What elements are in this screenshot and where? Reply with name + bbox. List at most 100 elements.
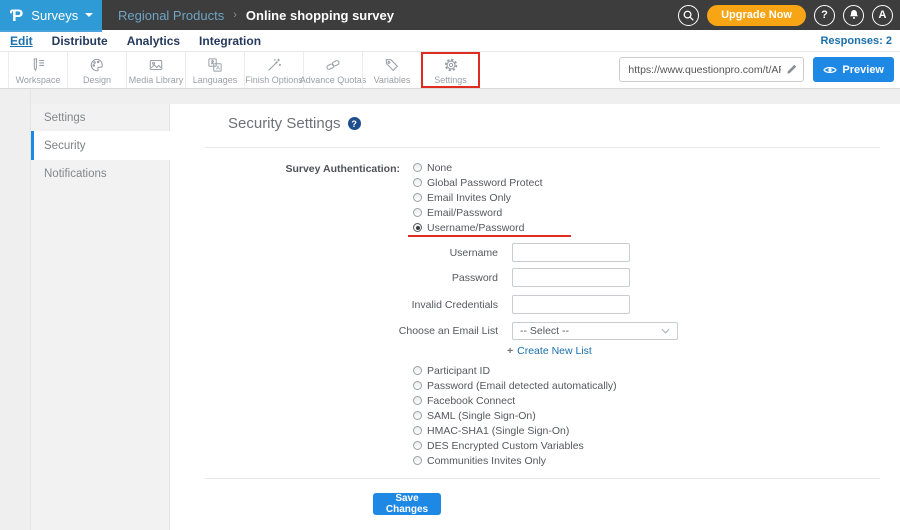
- svg-text:A: A: [216, 65, 220, 71]
- radio-option-facebook-connect[interactable]: Facebook Connect: [413, 393, 617, 408]
- radio-label: Email/Password: [427, 206, 503, 219]
- username-row: Username: [170, 243, 630, 262]
- radio-option-email-password[interactable]: Email/Password: [413, 205, 543, 220]
- auth-options-top: None Global Password Protect Email Invit…: [413, 160, 543, 235]
- toolbar-item-label: Workspace: [15, 74, 61, 85]
- topbar: Ƥ Surveys Regional Products › Online sho…: [0, 0, 900, 30]
- toolbar-item-label: Finish Options: [245, 74, 303, 85]
- notifications-button[interactable]: [843, 4, 864, 26]
- breadcrumb-folder[interactable]: Regional Products: [118, 8, 224, 23]
- sidebar-item-settings[interactable]: Settings: [31, 104, 169, 131]
- radio-icon[interactable]: [413, 441, 422, 450]
- edit-toolbar: Workspace Design Media Library A Languag…: [0, 52, 900, 89]
- radio-label: Global Password Protect: [427, 176, 543, 189]
- tab-distribute[interactable]: Distribute: [52, 34, 108, 48]
- surveys-menu-label: Surveys: [31, 7, 79, 23]
- email-list-selected-value: -- Select --: [520, 325, 570, 337]
- chevron-down-icon: [661, 328, 670, 334]
- responses-count[interactable]: Responses: 2: [820, 35, 900, 47]
- radio-option-global-password[interactable]: Global Password Protect: [413, 175, 543, 190]
- radio-icon[interactable]: [413, 193, 422, 202]
- toolbar-right: Preview: [619, 57, 894, 82]
- username-label: Username: [449, 246, 498, 259]
- auth-options-bottom: Participant ID Password (Email detected …: [413, 363, 617, 468]
- radio-icon[interactable]: [413, 163, 422, 172]
- radio-icon[interactable]: [413, 456, 422, 465]
- radio-icon[interactable]: [413, 396, 422, 405]
- divider: [205, 478, 880, 479]
- save-changes-button[interactable]: Save Changes: [373, 493, 441, 515]
- radio-label: Communities Invites Only: [427, 454, 547, 467]
- tab-edit[interactable]: Edit: [10, 34, 33, 48]
- divider: [205, 147, 880, 148]
- survey-authentication-label: Survey Authentication:: [285, 163, 400, 175]
- invalid-credentials-field[interactable]: [512, 295, 630, 314]
- settings-sidebar: Settings Security Notifications: [31, 104, 171, 530]
- radio-label: Password (Email detected automatically): [427, 379, 617, 392]
- radio-option-participant-id[interactable]: Participant ID: [413, 363, 617, 378]
- search-button[interactable]: [678, 4, 700, 26]
- surveys-menu-button[interactable]: Ƥ Surveys: [0, 0, 102, 30]
- sidebar-item-security[interactable]: Security: [31, 131, 171, 160]
- preview-button[interactable]: Preview: [813, 57, 894, 82]
- toolbar-item-finish-options[interactable]: Finish Options: [244, 52, 303, 88]
- password-label: Password: [451, 271, 498, 284]
- radio-option-username-password[interactable]: Username/Password: [413, 220, 543, 235]
- bell-icon: [849, 10, 858, 19]
- toolbar-item-workspace[interactable]: Workspace: [8, 52, 67, 88]
- email-list-row: Choose an Email List -- Select --: [170, 322, 678, 340]
- page-title: Security Settings ?: [228, 115, 361, 132]
- create-new-list-link[interactable]: + Create New List: [507, 345, 592, 357]
- translate-icon: A: [208, 57, 222, 72]
- radio-option-password-email-auto[interactable]: Password (Email detected automatically): [413, 378, 617, 393]
- survey-url-input[interactable]: [619, 57, 805, 82]
- radio-label: HMAC-SHA1 (Single Sign-On): [427, 424, 570, 437]
- toolbar-item-label: Settings: [434, 74, 467, 85]
- radio-label: Participant ID: [427, 364, 491, 377]
- radio-option-none[interactable]: None: [413, 160, 543, 175]
- toolbar-item-label: Advance Quotas: [299, 74, 367, 85]
- toolbar-item-label: Variables: [373, 74, 411, 85]
- radio-icon[interactable]: [413, 426, 422, 435]
- radio-icon[interactable]: [413, 366, 422, 375]
- avatar[interactable]: A: [872, 4, 893, 26]
- radio-icon[interactable]: [413, 411, 422, 420]
- radio-icon[interactable]: [413, 381, 422, 390]
- tab-analytics[interactable]: Analytics: [127, 34, 180, 48]
- radio-label: None: [427, 161, 453, 174]
- password-field[interactable]: [512, 268, 630, 287]
- email-list-select[interactable]: -- Select --: [512, 322, 678, 340]
- toolbar-item-advance-quotas[interactable]: Advance Quotas: [300, 52, 366, 88]
- title-help-icon[interactable]: ?: [347, 117, 361, 130]
- tab-integration[interactable]: Integration: [199, 34, 261, 48]
- edit-url-pencil-icon[interactable]: [785, 63, 798, 76]
- radio-icon[interactable]: [413, 208, 422, 217]
- radio-option-hmac-sha1[interactable]: HMAC-SHA1 (Single Sign-On): [413, 423, 617, 438]
- toolbar-item-label: Design: [82, 74, 111, 85]
- chain-links-icon: [326, 59, 340, 70]
- radio-icon[interactable]: [413, 178, 422, 187]
- toolbar-item-settings[interactable]: Settings: [421, 52, 480, 88]
- upgrade-now-button[interactable]: Upgrade Now: [707, 4, 806, 26]
- toolbar-item-variables[interactable]: Variables: [362, 52, 421, 88]
- security-settings-panel: Security Settings ? Survey Authenticatio…: [170, 104, 900, 530]
- help-button[interactable]: ?: [814, 4, 835, 26]
- sidebar-item-notifications[interactable]: Notifications: [31, 160, 169, 187]
- radio-icon-checked[interactable]: [413, 223, 422, 232]
- toolbar-item-media-library[interactable]: Media Library: [126, 52, 185, 88]
- create-new-list-label: Create New List: [517, 345, 592, 357]
- radio-option-email-invites[interactable]: Email Invites Only: [413, 190, 543, 205]
- toolbar-item-languages[interactable]: A Languages: [185, 52, 244, 88]
- gear-icon: [444, 58, 457, 71]
- toolbar-item-label: Languages: [192, 74, 238, 85]
- palette-icon: [90, 58, 103, 71]
- username-field[interactable]: [512, 243, 630, 262]
- breadcrumb-separator: ›: [233, 9, 237, 21]
- brand-underline: [0, 30, 102, 32]
- radio-option-saml[interactable]: SAML (Single Sign-On): [413, 408, 617, 423]
- search-icon: [683, 10, 694, 21]
- radio-option-des-encrypted[interactable]: DES Encrypted Custom Variables: [413, 438, 617, 453]
- section-nav: Edit Distribute Analytics Integration Re…: [0, 30, 900, 52]
- toolbar-item-design[interactable]: Design: [67, 52, 126, 88]
- radio-option-communities-invites[interactable]: Communities Invites Only: [413, 453, 617, 468]
